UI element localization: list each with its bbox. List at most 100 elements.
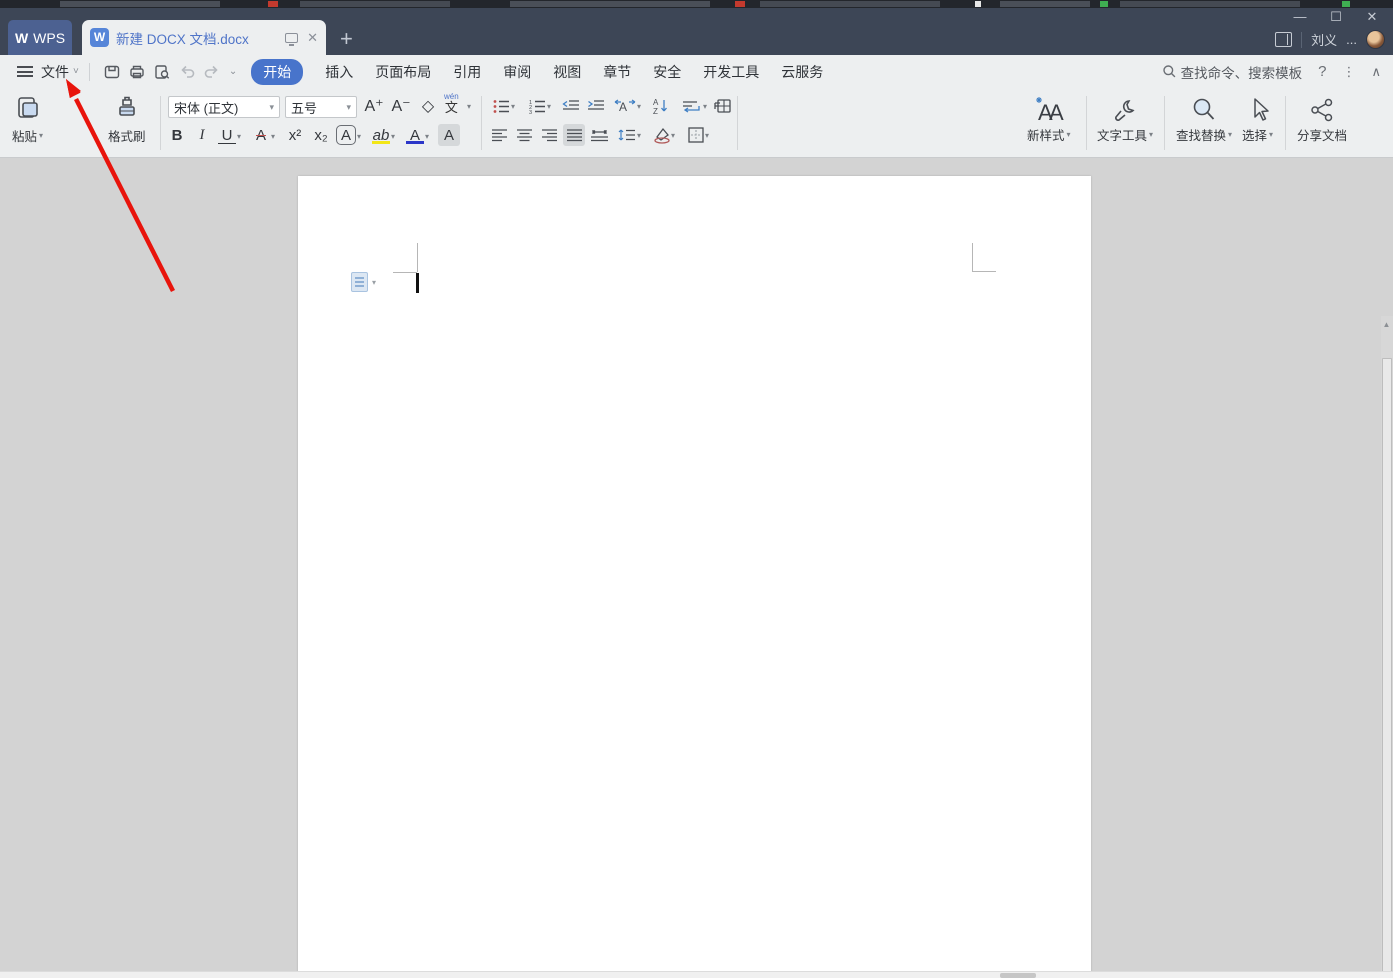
tab-page-layout[interactable]: 页面布局 xyxy=(375,62,431,82)
justify-button[interactable] xyxy=(563,124,585,146)
italic-button[interactable]: I xyxy=(191,124,213,146)
decrease-indent-button[interactable] xyxy=(560,95,582,117)
vertical-scrollbar-thumb[interactable] xyxy=(1382,358,1392,978)
font-color-button[interactable]: A xyxy=(404,124,426,146)
align-right-button[interactable] xyxy=(538,124,560,146)
document-tab[interactable]: W 新建 DOCX 文档.docx ✕ xyxy=(82,20,326,55)
tab-cloud[interactable]: 云服务 xyxy=(781,62,823,82)
print-icon[interactable] xyxy=(125,63,150,81)
highlight-caret-icon[interactable]: ▾ xyxy=(391,132,395,141)
tab-security[interactable]: 安全 xyxy=(653,62,681,82)
highlight-button[interactable]: ab xyxy=(370,124,392,146)
floatie-caret-icon[interactable]: ▾ xyxy=(372,278,376,287)
toolbar-customize-caret-icon[interactable]: ⌄ xyxy=(229,66,237,77)
text-effect-button[interactable]: A xyxy=(336,125,356,145)
distribute-button[interactable] xyxy=(588,124,610,146)
bold-button[interactable]: B xyxy=(166,124,188,146)
underline-button[interactable]: U xyxy=(216,124,238,146)
strikethrough-caret-icon[interactable]: ▾ xyxy=(271,132,275,141)
new-tab-button[interactable]: + xyxy=(340,26,353,52)
sort-button[interactable]: AZ xyxy=(650,95,672,117)
horizontal-scrollbar-thumb[interactable] xyxy=(1000,973,1036,978)
more-options-icon[interactable]: ⋮ xyxy=(1342,64,1355,80)
align-center-button[interactable] xyxy=(513,124,535,146)
shading-caret-icon[interactable]: ▾ xyxy=(671,131,675,140)
tab-view[interactable]: 视图 xyxy=(553,62,581,82)
paragraph-marks-caret-icon[interactable]: ▾ xyxy=(703,102,707,111)
shading-button[interactable] xyxy=(651,124,673,146)
maximize-button[interactable]: ☐ xyxy=(1325,10,1347,26)
tab-references[interactable]: 引用 xyxy=(453,62,481,82)
superscript-button[interactable]: x² xyxy=(284,124,306,146)
paste-label: 粘贴 xyxy=(12,130,38,144)
minimize-button[interactable]: — xyxy=(1289,10,1311,26)
increase-font-button[interactable]: A⁺ xyxy=(363,95,385,117)
numbered-list-button[interactable]: 123 xyxy=(526,95,548,117)
font-color-caret-icon[interactable]: ▾ xyxy=(425,132,429,141)
undo-icon[interactable] xyxy=(175,63,200,81)
horizontal-scrollbar[interactable] xyxy=(0,971,1393,978)
command-search[interactable]: 查找命令、搜索模板 xyxy=(1162,62,1302,82)
collapse-ribbon-icon[interactable]: ∧ xyxy=(1371,64,1381,80)
tab-section[interactable]: 章节 xyxy=(603,62,631,82)
char-scale-caret-icon[interactable]: ▾ xyxy=(637,102,641,111)
strikethrough-button[interactable]: A xyxy=(250,124,272,146)
search-icon xyxy=(1162,65,1176,78)
tab-monitor-icon[interactable] xyxy=(285,32,299,46)
share-document-button[interactable]: 分享文档 xyxy=(1297,96,1347,144)
hamburger-menu-icon[interactable] xyxy=(17,66,33,77)
new-style-button[interactable]: AA 新样式 ▾ xyxy=(1027,96,1071,144)
file-menu-caret-icon[interactable]: ˅ xyxy=(73,66,79,77)
underline-caret-icon[interactable]: ▾ xyxy=(237,132,241,141)
vertical-scrollbar[interactable] xyxy=(1381,316,1393,978)
text-tool-button[interactable]: 文字工具 ▾ xyxy=(1097,96,1153,144)
document-options-floatie[interactable]: ▾ xyxy=(351,272,376,292)
user-name[interactable]: 刘义 xyxy=(1311,30,1337,49)
select-button[interactable]: 选择 ▾ xyxy=(1242,96,1273,144)
redo-icon[interactable] xyxy=(200,63,225,81)
tab-developer[interactable]: 开发工具 xyxy=(703,62,759,82)
document-canvas[interactable]: ▾ ▲ xyxy=(0,158,1393,978)
print-preview-icon[interactable] xyxy=(150,63,175,81)
numbered-caret-icon[interactable]: ▾ xyxy=(547,102,551,111)
char-scale-button[interactable]: A xyxy=(612,95,638,117)
borders-button[interactable] xyxy=(685,124,707,146)
align-left-button[interactable] xyxy=(488,124,510,146)
font-name-combobox[interactable]: 宋体 (正文) ▾ xyxy=(168,96,280,118)
user-more[interactable]: ... xyxy=(1346,32,1357,47)
bullet-list-button[interactable] xyxy=(490,95,512,117)
document-page[interactable]: ▾ xyxy=(298,176,1091,978)
increase-indent-button[interactable] xyxy=(585,95,607,117)
subscript-button[interactable]: x₂ xyxy=(310,124,332,146)
save-icon[interactable] xyxy=(100,63,125,81)
find-replace-button[interactable]: 查找替换 ▾ xyxy=(1176,96,1232,144)
tab-insert[interactable]: 插入 xyxy=(325,62,353,82)
pinyin-guide-button[interactable]: wén 文 xyxy=(444,93,459,115)
file-menu[interactable]: 文件 xyxy=(41,62,69,82)
pinyin-caret-icon[interactable]: ▾ xyxy=(467,102,471,111)
clear-format-button[interactable]: ◇ xyxy=(417,95,439,117)
char-shading-button[interactable]: A xyxy=(438,124,460,146)
line-spacing-caret-icon[interactable]: ▾ xyxy=(637,131,641,140)
tab-home[interactable]: 开始 xyxy=(251,58,304,85)
borders-caret-icon[interactable]: ▾ xyxy=(705,131,709,140)
tab-review[interactable]: 审阅 xyxy=(503,62,531,82)
format-painter-button[interactable]: 格式刷 xyxy=(108,94,146,145)
scrollbar-up-icon[interactable]: ▲ xyxy=(1381,318,1392,332)
help-icon[interactable]: ? xyxy=(1318,63,1326,80)
text-layout-button[interactable] xyxy=(712,95,734,117)
wps-home-button[interactable]: W WPS xyxy=(8,20,72,55)
line-spacing-button[interactable] xyxy=(615,124,637,146)
bullet-caret-icon[interactable]: ▾ xyxy=(511,102,515,111)
wrench-icon xyxy=(1115,100,1135,121)
paragraph-marks-button[interactable] xyxy=(678,95,704,117)
font-size-combobox[interactable]: 五号 ▾ xyxy=(285,96,357,118)
paste-button[interactable]: 粘贴 ▾ xyxy=(12,94,43,145)
text-effect-caret-icon[interactable]: ▾ xyxy=(357,132,361,141)
group-separator xyxy=(1164,96,1165,150)
close-button[interactable]: ✕ xyxy=(1361,10,1383,26)
task-window-icon[interactable] xyxy=(1275,32,1293,47)
user-avatar[interactable] xyxy=(1366,30,1385,49)
decrease-font-button[interactable]: A⁻ xyxy=(390,95,412,117)
tab-close-icon[interactable]: ✕ xyxy=(307,30,318,46)
